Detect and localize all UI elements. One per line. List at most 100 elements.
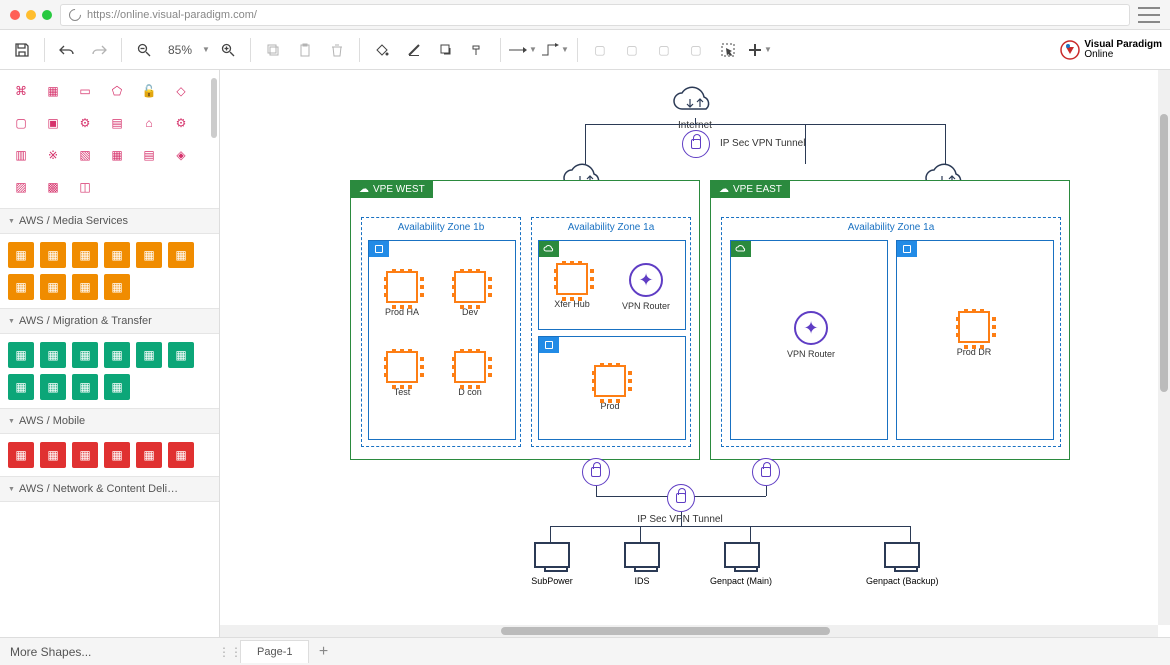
shape-icon[interactable]: ▦ [8,242,34,268]
brand-logo[interactable]: Visual ParadigmOnline [1060,40,1162,60]
subnet-east-private[interactable]: Prod DR [896,240,1054,440]
subnet-west-1b[interactable]: Prod HA Dev Test D con [368,240,516,440]
close-window[interactable] [10,10,20,20]
shape-icon[interactable]: ◇ [168,78,194,104]
copy-button[interactable] [259,36,287,64]
shape-icon[interactable]: ▤ [136,142,162,168]
shape-icon[interactable]: ▧ [72,142,98,168]
shape-icon[interactable]: ▦ [40,274,66,300]
stroke-button[interactable] [400,36,428,64]
shape-icon[interactable]: ▦ [168,342,194,368]
subnet-west-1a-private[interactable]: Prod [538,336,686,440]
vpn-router-west[interactable]: VPN Router [621,263,671,311]
shape-icon[interactable]: ▦ [72,342,98,368]
shape-icon[interactable]: ▥ [8,142,34,168]
canvas-area[interactable]: Internet IP Sec VPN Tunnel Internet Gate… [220,70,1170,637]
vpn-lock-icon[interactable] [682,130,710,158]
fill-button[interactable] [368,36,396,64]
shape-icon[interactable]: ▦ [72,374,98,400]
paste-button[interactable] [291,36,319,64]
shape-icon[interactable]: ▦ [72,274,98,300]
select-mode-button[interactable] [714,36,742,64]
front-button[interactable]: ▢ [586,36,614,64]
zoom-in-button[interactable] [214,36,242,64]
ids-computer[interactable]: IDS [620,542,664,586]
shape-icon[interactable]: ▦ [40,442,66,468]
shape-icon[interactable]: ▦ [168,242,194,268]
section-network[interactable]: AWS / Network & Content Deli… [0,476,219,502]
shape-icon[interactable]: ◫ [72,174,98,200]
address-bar[interactable]: https://online.visual-paradigm.com/ [60,4,1130,26]
shape-icon[interactable]: ▤ [104,110,130,136]
test-instance[interactable]: Test [383,351,421,389]
prod-instance[interactable]: Prod [591,365,629,403]
zoom-level[interactable]: 85% [162,43,198,57]
shape-icon[interactable]: ▦ [104,242,130,268]
dcon-instance[interactable]: D con [451,351,489,389]
shape-icon[interactable]: 🔓 [136,78,162,104]
save-button[interactable] [8,36,36,64]
zoom-out-button[interactable] [130,36,158,64]
shape-icon[interactable]: ▦ [168,442,194,468]
shape-icon[interactable]: ▦ [72,242,98,268]
page-tab[interactable]: Page-1 [240,640,309,663]
horizontal-scrollbar[interactable] [220,625,1158,637]
vertical-scrollbar[interactable] [1158,70,1170,625]
shape-icon[interactable]: ⬠ [104,78,130,104]
vpc-west[interactable]: ☁ VPE WEST Availability Zone 1b Prod HA … [350,180,700,460]
prod-dr-instance[interactable]: Prod DR [955,311,993,349]
dev-instance[interactable]: Dev [451,271,489,309]
shape-icon[interactable]: ⚙ [72,110,98,136]
shape-icon[interactable]: ▦ [104,142,130,168]
shape-icon[interactable]: ▢ [8,110,34,136]
delete-button[interactable] [323,36,351,64]
shape-icon[interactable]: ▦ [136,442,162,468]
add-page-button[interactable]: + [309,643,337,661]
shape-icon[interactable]: ▣ [40,110,66,136]
genpact-backup-computer[interactable]: Genpact (Backup) [880,542,924,586]
shape-icon[interactable]: ⌂ [136,110,162,136]
shadow-button[interactable] [432,36,460,64]
shape-icon[interactable]: ▦ [40,342,66,368]
shape-icon[interactable]: ▦ [136,342,162,368]
maximize-window[interactable] [42,10,52,20]
vpn-lock-icon[interactable] [667,484,695,512]
shape-icon[interactable]: ▦ [104,274,130,300]
shape-icon[interactable]: ※ [40,142,66,168]
shape-icon[interactable]: ▨ [8,174,34,200]
reload-icon[interactable] [67,6,84,23]
az-1a-east[interactable]: Availability Zone 1a VPN Router Prod DR [721,217,1061,447]
section-media-services[interactable]: AWS / Media Services [0,208,219,234]
subnet-west-1a-public[interactable]: Xfer Hub VPN Router [538,240,686,330]
connector-straight-button[interactable]: ▼ [509,36,537,64]
shape-icon[interactable]: ⌘ [8,78,34,104]
group-button[interactable]: ▢ [650,36,678,64]
shape-icon[interactable]: ▦ [136,242,162,268]
internet-cloud-icon[interactable] [670,85,720,117]
shape-icon[interactable]: ▦ [104,374,130,400]
add-button[interactable]: ▼ [746,36,774,64]
az-1b[interactable]: Availability Zone 1b Prod HA Dev Test D … [361,217,521,447]
minimize-window[interactable] [26,10,36,20]
undo-button[interactable] [53,36,81,64]
align-button[interactable]: ▢ [682,36,710,64]
shape-icon[interactable]: ▭ [72,78,98,104]
subnet-east-public[interactable]: VPN Router [730,240,888,440]
shape-icon[interactable]: ▦ [40,374,66,400]
section-migration-transfer[interactable]: AWS / Migration & Transfer [0,308,219,334]
shape-icon[interactable]: ▦ [72,442,98,468]
vpc-east[interactable]: ☁ VPE EAST Availability Zone 1a VPN Rout… [710,180,1070,460]
format-button[interactable] [464,36,492,64]
tab-drag-handle-icon[interactable]: ⋮⋮ [220,645,240,659]
shape-icon[interactable]: ▦ [40,242,66,268]
vpn-lock-icon[interactable] [752,458,780,486]
shape-icon[interactable]: ▦ [40,78,66,104]
shape-icon[interactable]: ▦ [104,342,130,368]
subpower-computer[interactable]: SubPower [530,542,574,586]
shape-icon[interactable]: ▦ [104,442,130,468]
shape-icon[interactable]: ▦ [8,274,34,300]
zoom-dropdown-icon[interactable]: ▼ [202,45,210,54]
vpn-router-east[interactable]: VPN Router [781,311,841,359]
shape-icon[interactable]: ◈ [168,142,194,168]
shape-icon[interactable]: ▦ [8,342,34,368]
